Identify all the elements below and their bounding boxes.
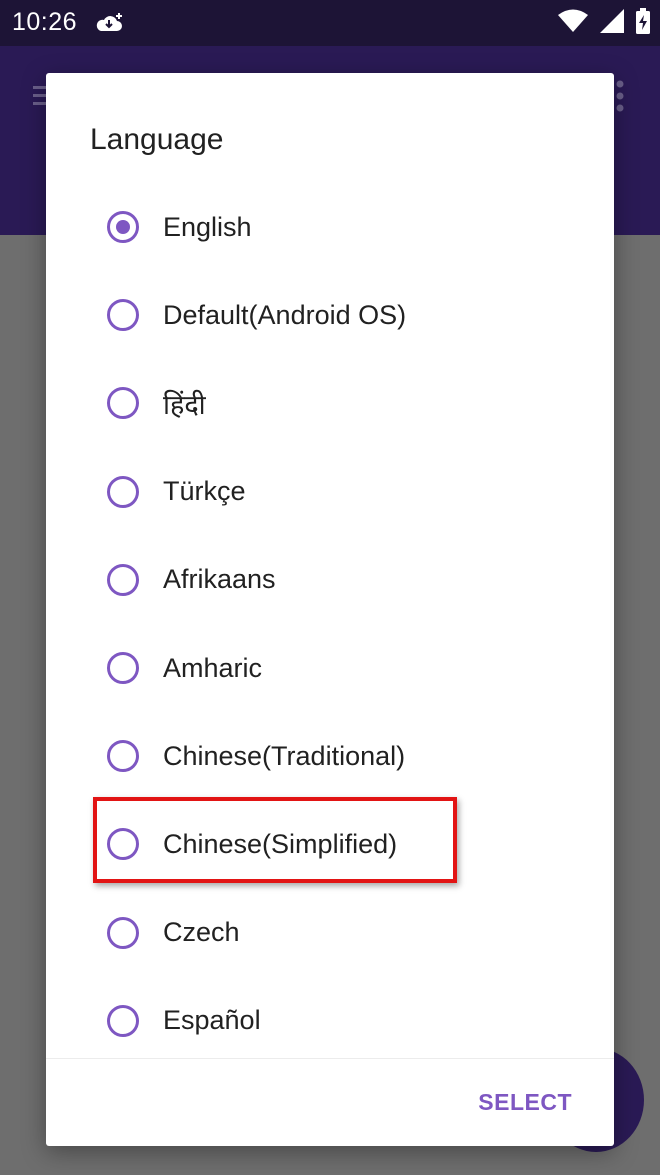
radio-button[interactable]: [107, 916, 139, 949]
more-vert-icon[interactable]: [616, 80, 624, 112]
radio-button[interactable]: [107, 563, 139, 596]
option-label: Chinese(Traditional): [163, 740, 406, 771]
status-icons: [558, 8, 650, 34]
radio-button[interactable]: [107, 828, 139, 861]
cloud-download-icon: [96, 13, 122, 31]
radio-button[interactable]: [107, 387, 139, 420]
language-option-english[interactable]: English: [46, 183, 614, 271]
language-option-chinese-traditional[interactable]: Chinese(Traditional): [46, 712, 614, 800]
radio-button[interactable]: [107, 299, 139, 332]
language-dialog: Language English Default(Android OS) हिं…: [46, 73, 614, 1146]
wifi-icon: [558, 9, 588, 32]
language-option-list: English Default(Android OS) हिंदी Türkçe…: [46, 183, 614, 1065]
dialog-title: Language: [90, 123, 224, 156]
radio-button[interactable]: [107, 211, 139, 244]
language-option-turkce[interactable]: Türkçe: [46, 448, 614, 536]
option-label: हिंदी: [163, 389, 206, 420]
option-label: Afrikaans: [163, 564, 276, 595]
language-option-hindi[interactable]: हिंदी: [46, 359, 614, 447]
language-option-czech[interactable]: Czech: [46, 889, 614, 977]
status-time: 10:26: [12, 8, 78, 36]
language-option-chinese-simplified[interactable]: Chinese(Simplified): [46, 800, 614, 888]
option-label: Amharic: [163, 652, 263, 683]
option-label: English: [163, 211, 252, 242]
option-label: Türkçe: [163, 476, 246, 507]
radio-button[interactable]: [107, 475, 139, 508]
select-button[interactable]: SELECT: [478, 1089, 572, 1116]
radio-button[interactable]: [107, 652, 139, 685]
dialog-footer: SELECT: [46, 1058, 614, 1146]
option-label: Default(Android OS): [163, 299, 407, 330]
language-option-amharic[interactable]: Amharic: [46, 624, 614, 712]
language-option-espanol[interactable]: Español: [46, 977, 614, 1065]
option-label: Czech: [163, 917, 240, 948]
radio-button[interactable]: [107, 1004, 139, 1037]
menu-icon[interactable]: [33, 84, 47, 108]
battery-charging-icon: [636, 8, 650, 34]
language-option-default-android-os[interactable]: Default(Android OS): [46, 271, 614, 359]
status-bar: 10:26: [0, 0, 660, 46]
option-label: Español: [163, 1005, 261, 1036]
language-option-afrikaans[interactable]: Afrikaans: [46, 536, 614, 624]
option-label: Chinese(Simplified): [163, 828, 398, 859]
radio-button[interactable]: [107, 740, 139, 773]
signal-icon: [600, 9, 624, 33]
